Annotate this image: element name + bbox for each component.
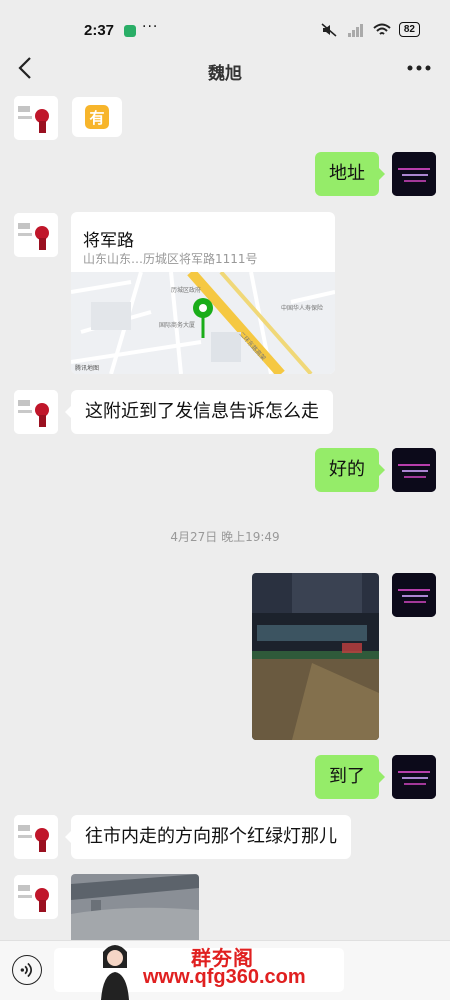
chat-title: 魏旭 [208, 64, 242, 84]
more-options-icon[interactable] [404, 54, 434, 82]
map-label-2: 历城区政府 [171, 286, 201, 294]
sent-photo[interactable] [252, 573, 379, 740]
contact-avatar[interactable] [14, 875, 58, 919]
status-time: 2:37 [84, 22, 115, 39]
chat-header: 魏旭 [0, 44, 450, 94]
voice-input-icon[interactable] [12, 955, 42, 985]
more-notifications-icon: ··· [142, 19, 159, 35]
contact-avatar[interactable] [14, 390, 58, 434]
battery-indicator: 82 [398, 22, 420, 37]
sent-message-address[interactable]: 地址 [315, 152, 385, 196]
sent-message-arrived[interactable]: 到了 [315, 755, 385, 799]
location-address: 山东山东…历城区将军路1111号 [83, 252, 258, 266]
wechat-notification-icon [124, 25, 136, 37]
location-message[interactable]: 将军路 山东山东…历城区将军路1111号 中国华人寿保险 历城区政府 二环东路高… [71, 212, 335, 374]
my-avatar[interactable] [392, 448, 436, 492]
status-bar: 2:37 ··· 82 [0, 0, 450, 42]
my-avatar[interactable] [392, 755, 436, 799]
sticker-message[interactable]: 有 [72, 97, 122, 137]
received-photo[interactable] [71, 874, 199, 940]
status-icons: 82 [321, 22, 420, 37]
received-message-direction[interactable]: 往市内走的方向那个红绿灯那儿 [65, 815, 351, 859]
map-attribution: 腾讯地图 [75, 364, 99, 372]
wifi-icon [373, 23, 391, 35]
location-map-thumbnail: 中国华人寿保险 历城区政府 二环东路高架 国际商务大厦 腾讯地图 [71, 272, 335, 374]
my-avatar[interactable] [392, 573, 436, 617]
contact-avatar[interactable] [14, 815, 58, 859]
sent-message-ok[interactable]: 好的 [315, 448, 385, 492]
sticker-glyph: 有 [85, 105, 109, 129]
map-label-4: 国际商务大厦 [159, 321, 195, 329]
mute-icon [321, 22, 337, 37]
watermark-url: www.qfg360.com [143, 966, 306, 988]
map-label-1: 中国华人寿保险 [281, 304, 323, 312]
watermark-figure-icon [101, 945, 129, 1000]
contact-avatar[interactable] [14, 96, 58, 140]
location-name: 将军路 [83, 231, 134, 251]
contact-avatar[interactable] [14, 213, 58, 257]
message-timestamp: 4月27日 晚上19:49 [170, 530, 280, 544]
watermark: 群夯阁 www.qfg360.com [95, 938, 365, 1000]
received-message-nearby[interactable]: 这附近到了发信息告诉怎么走 [65, 390, 333, 434]
my-avatar[interactable] [392, 152, 436, 196]
signal-icon [347, 23, 363, 37]
